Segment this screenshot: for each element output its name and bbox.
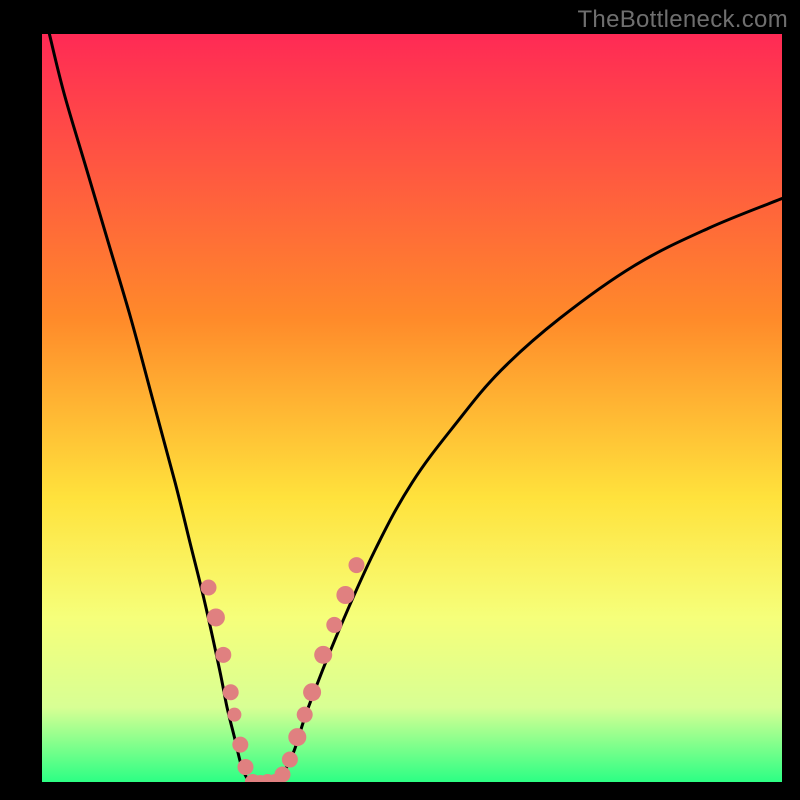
data-marker: [227, 708, 241, 722]
outer-frame: TheBottleneck.com: [0, 0, 800, 800]
data-marker: [349, 557, 365, 573]
data-marker: [215, 647, 231, 663]
data-marker: [282, 752, 298, 768]
data-marker: [238, 759, 254, 775]
curve-right-branch: [279, 199, 782, 782]
data-marker: [275, 767, 291, 782]
data-marker: [207, 608, 225, 626]
data-marker: [326, 617, 342, 633]
data-marker: [314, 646, 332, 664]
data-marker: [201, 580, 217, 596]
plot-area: [42, 34, 782, 782]
chart-svg: [42, 34, 782, 782]
data-marker: [297, 707, 313, 723]
watermark-text: TheBottleneck.com: [577, 6, 788, 34]
curve-left-branch: [49, 34, 249, 782]
data-marker: [232, 737, 248, 753]
data-marker: [336, 586, 354, 604]
data-marker: [288, 728, 306, 746]
data-marker: [223, 684, 239, 700]
data-marker: [303, 683, 321, 701]
marker-group: [201, 557, 365, 782]
